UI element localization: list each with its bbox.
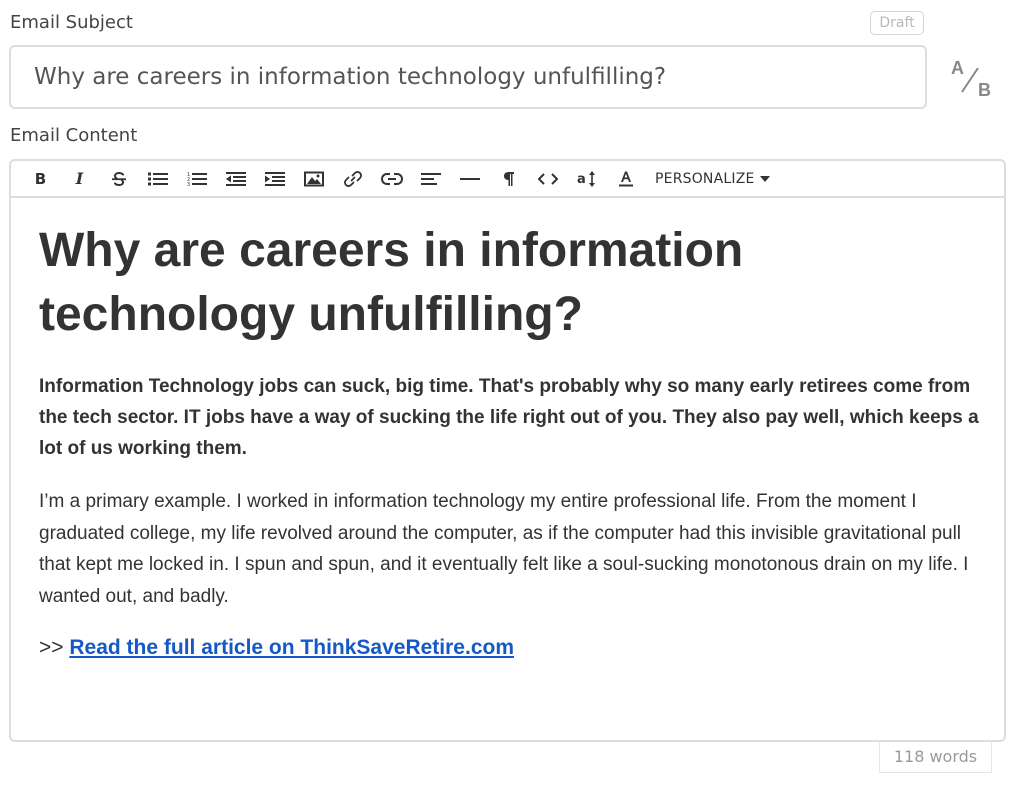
- word-count: 118 words: [879, 741, 992, 773]
- bulleted-list-button[interactable]: [138, 162, 177, 196]
- ab-test-icon: A B: [951, 58, 991, 100]
- strikethrough-button[interactable]: [99, 162, 138, 196]
- numbered-list-icon: 1 2 3: [187, 172, 207, 187]
- text-color-button[interactable]: [606, 162, 645, 196]
- bulleted-list-icon: [147, 172, 168, 185]
- paragraph-button[interactable]: [489, 162, 528, 196]
- text-size-button[interactable]: a: [567, 162, 606, 196]
- email-content-editor: B I 1 2 3 a PERSONALIZE Why are careers …: [9, 159, 1006, 742]
- bold-button[interactable]: B: [21, 162, 60, 196]
- paragraph-icon: [503, 171, 514, 186]
- unlink-icon: [380, 172, 403, 185]
- link-icon: [343, 170, 362, 187]
- bold-icon: B: [34, 169, 47, 188]
- italic-button[interactable]: I: [60, 162, 99, 196]
- insert-link-button[interactable]: [333, 162, 372, 196]
- ab-test-b-letter: B: [978, 80, 991, 100]
- email-content-label: Email Content: [10, 125, 138, 146]
- align-left-icon: [420, 172, 441, 185]
- article-lead: Information Technology jobs can suck, bi…: [39, 376, 979, 459]
- horizontal-rule-button[interactable]: [450, 162, 489, 196]
- read-more-line: >> Read the full article on ThinkSaveRet…: [39, 632, 979, 663]
- strikethrough-icon: [111, 171, 126, 186]
- svg-text:3: 3: [187, 182, 190, 187]
- align-left-button[interactable]: [411, 162, 450, 196]
- article-paragraph: I’m a primary example. I worked in infor…: [39, 491, 969, 607]
- article-title: Why are careers in information technolog…: [39, 224, 744, 341]
- horizontal-rule-icon: [459, 177, 480, 180]
- caret-down-icon: [759, 175, 770, 182]
- svg-text:a: a: [577, 172, 586, 187]
- outdent-icon: [225, 171, 246, 186]
- read-more-prefix: >>: [39, 636, 70, 659]
- ab-test-button[interactable]: A B: [948, 54, 996, 102]
- email-subject-label: Email Subject: [10, 12, 133, 33]
- personalize-label: PERSONALIZE: [655, 170, 755, 187]
- text-size-icon: a: [577, 170, 595, 187]
- draft-badge: Draft: [870, 11, 924, 35]
- read-more-link[interactable]: Read the full article on ThinkSaveRetire…: [69, 636, 514, 659]
- image-icon: [303, 171, 324, 186]
- outdent-button[interactable]: [216, 162, 255, 196]
- email-subject-input[interactable]: [9, 45, 927, 109]
- numbered-list-button[interactable]: 1 2 3: [177, 162, 216, 196]
- text-color-icon: [618, 171, 633, 186]
- ab-test-a-letter: A: [951, 58, 964, 78]
- code-view-button[interactable]: [528, 162, 567, 196]
- code-icon: [537, 172, 558, 185]
- editor-toolbar: B I 1 2 3 a PERSONALIZE: [11, 161, 1004, 198]
- indent-icon: [264, 171, 285, 186]
- insert-image-button[interactable]: [294, 162, 333, 196]
- personalize-dropdown[interactable]: PERSONALIZE: [655, 171, 770, 187]
- italic-icon: I: [75, 169, 84, 188]
- indent-button[interactable]: [255, 162, 294, 196]
- editor-body[interactable]: Why are careers in information technolog…: [39, 219, 979, 663]
- unlink-button[interactable]: [372, 162, 411, 196]
